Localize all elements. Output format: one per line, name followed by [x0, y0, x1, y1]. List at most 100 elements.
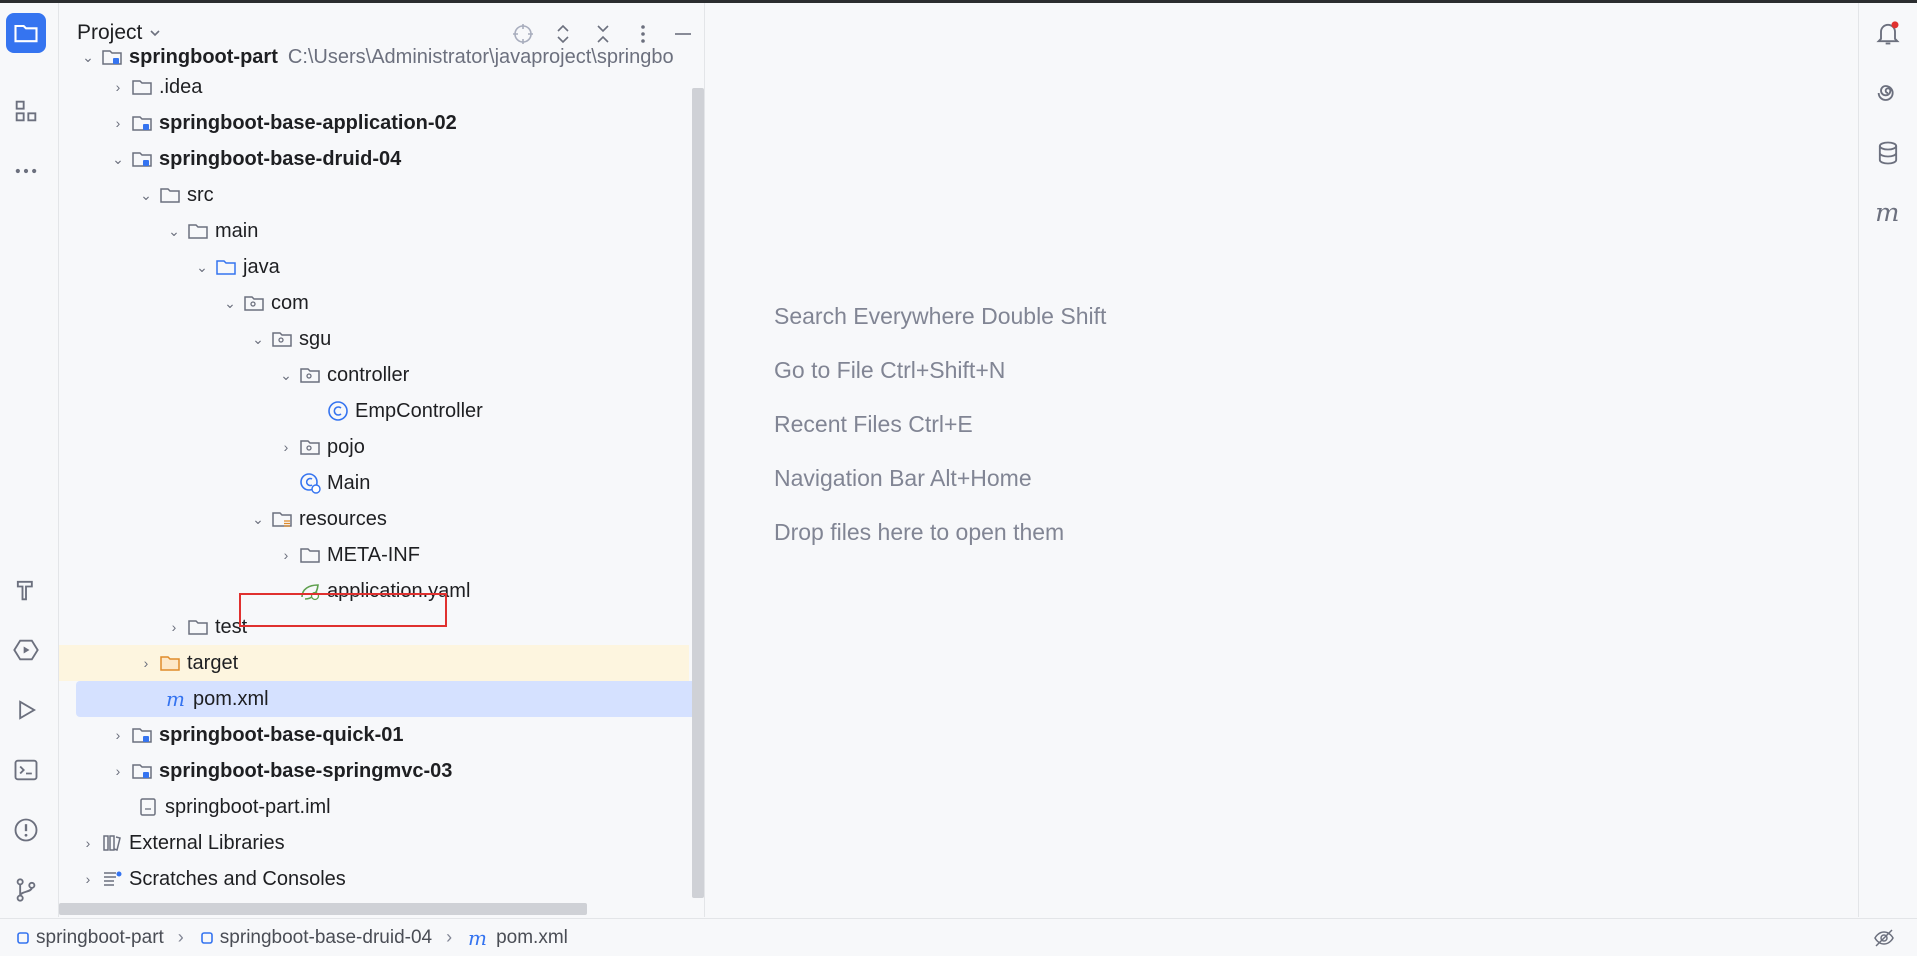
- more-tools-button[interactable]: [6, 151, 46, 191]
- tree-node-main-class[interactable]: Main: [59, 465, 704, 501]
- tree-node-label: pom.xml: [193, 687, 269, 710]
- module-folder-icon: [99, 44, 125, 70]
- svg-text:m: m: [1875, 199, 1899, 227]
- tree-node-meta-inf[interactable]: › META-INF: [59, 537, 704, 573]
- folder-icon: [185, 218, 211, 244]
- maven-icon: m: [163, 686, 189, 712]
- tree-node-idea[interactable]: › .idea: [59, 69, 704, 105]
- tree-node-label: resources: [299, 507, 387, 530]
- terminal-icon: [14, 759, 38, 781]
- chevron-down-icon: ⌄: [224, 294, 236, 311]
- breadcrumb-springboot-base-druid-04[interactable]: springboot-base-druid-04: [200, 927, 432, 949]
- database-icon: [1878, 141, 1898, 165]
- folder-icon: [297, 542, 323, 568]
- breadcrumb-label: pom.xml: [496, 926, 568, 948]
- chevron-down-icon: ⌄: [168, 222, 180, 239]
- java-main-class-icon: [297, 470, 323, 496]
- build-tool-button[interactable]: [6, 570, 46, 610]
- tree-node-pom-xml[interactable]: m pom.xml: [76, 681, 704, 717]
- tree-node-label: main: [215, 219, 259, 242]
- chevron-right-icon: ›: [171, 619, 177, 635]
- libraries-icon: [99, 830, 125, 856]
- tree-node-pojo[interactable]: › pojo: [59, 429, 704, 465]
- tree-node-label: META-INF: [327, 543, 420, 566]
- scratches-icon: [99, 866, 125, 892]
- tree-node-label: springboot-part.iml: [165, 795, 331, 818]
- project-tool-window: Project ⌄ springboot-part C:\Users\Admin…: [59, 3, 705, 917]
- git-branch-icon: [16, 878, 36, 902]
- vertical-scrollbar[interactable]: [692, 88, 704, 898]
- tree-node-label: java: [243, 255, 280, 278]
- tree-node-label: controller: [327, 363, 410, 386]
- module-icon: [200, 931, 213, 944]
- tree-node-com[interactable]: ⌄ com: [59, 285, 704, 321]
- tree-node-path: C:\Users\Administrator\javaproject\sprin…: [287, 45, 674, 68]
- structure-tool-button[interactable]: [6, 91, 46, 131]
- chevron-right-icon: ›: [85, 835, 91, 851]
- tree-node-src[interactable]: ⌄ src: [59, 177, 704, 213]
- chevron-right-icon: ›: [115, 115, 121, 131]
- tree-node-springboot-base-application-02[interactable]: › springboot-base-application-02: [59, 105, 704, 141]
- services-tool-button[interactable]: [6, 630, 46, 670]
- chevron-right-icon: ›: [283, 547, 289, 563]
- chevron-right-icon: ›: [143, 655, 149, 671]
- module-folder-icon: [129, 110, 155, 136]
- hint-search-everywhere: Search Everywhere Double Shift: [774, 303, 1107, 329]
- left-tool-strip: [0, 3, 59, 917]
- chevron-down-icon: ⌄: [140, 186, 152, 203]
- database-button[interactable]: [1868, 133, 1908, 173]
- maven-button[interactable]: m: [1868, 193, 1908, 233]
- source-folder-icon: [213, 254, 239, 280]
- problems-tool-button[interactable]: [6, 810, 46, 850]
- folder-icon: [129, 74, 155, 100]
- folder-icon: [185, 614, 211, 640]
- hide-status-widgets-button[interactable]: [1873, 927, 1895, 955]
- tree-node-label: EmpController: [355, 399, 483, 422]
- terminal-tool-button[interactable]: [6, 750, 46, 790]
- tree-node-label: pojo: [327, 435, 365, 458]
- tree-node-resources[interactable]: ⌄ resources: [59, 501, 704, 537]
- breadcrumb-pom-xml[interactable]: m pom.xml: [468, 927, 568, 949]
- java-class-icon: [325, 398, 351, 424]
- hint-recent-files: Recent Files Ctrl+E: [774, 411, 973, 437]
- ai-assistant-button[interactable]: [1868, 73, 1908, 113]
- iml-file-icon: [135, 794, 161, 820]
- breadcrumb-label: springboot-part: [36, 926, 164, 948]
- folder-icon: [157, 182, 183, 208]
- chevron-right-icon: ›: [446, 927, 453, 947]
- tree-node-springboot-base-springmvc-03[interactable]: › springboot-base-springmvc-03: [59, 753, 704, 789]
- chevron-right-icon: ›: [283, 439, 289, 455]
- project-tool-button[interactable]: [6, 13, 46, 53]
- tree-node-target[interactable]: › target: [59, 645, 689, 681]
- services-icon: [13, 639, 39, 661]
- tree-node-sgu[interactable]: ⌄ sgu: [59, 321, 704, 357]
- tree-node-springboot-base-druid-04[interactable]: ⌄ springboot-base-druid-04: [59, 141, 704, 177]
- git-tool-button[interactable]: [6, 870, 46, 910]
- tree-node-label: springboot-base-springmvc-03: [159, 759, 453, 782]
- problems-icon: [14, 818, 38, 842]
- tree-node-java[interactable]: ⌄ java: [59, 249, 704, 285]
- module-folder-icon: [129, 722, 155, 748]
- tree-node-scratches[interactable]: › Scratches and Consoles: [59, 861, 704, 897]
- chevron-down-icon: ⌄: [252, 330, 264, 347]
- tree-node-springboot-base-quick-01[interactable]: › springboot-base-quick-01: [59, 717, 704, 753]
- tree-node-main[interactable]: ⌄ main: [59, 213, 704, 249]
- chevron-down-icon: [150, 30, 160, 37]
- tree-node-external-libraries[interactable]: › External Libraries: [59, 825, 704, 861]
- horizontal-scrollbar[interactable]: [59, 903, 587, 915]
- editor-empty-area: Search Everywhere Double Shift Go to Fil…: [706, 3, 1858, 917]
- bell-icon: [1876, 21, 1900, 45]
- tree-node-iml[interactable]: springboot-part.iml: [59, 789, 704, 825]
- status-bar: springboot-part › springboot-base-druid-…: [0, 918, 1917, 956]
- svg-text:m: m: [468, 928, 487, 948]
- tree-node-controller[interactable]: ⌄ controller: [59, 357, 704, 393]
- breadcrumb-springboot-part[interactable]: springboot-part: [16, 927, 164, 949]
- notifications-button[interactable]: [1868, 13, 1908, 53]
- tree-node-empcontroller[interactable]: EmpController: [59, 393, 704, 429]
- chevron-down-icon: ⌄: [280, 366, 292, 383]
- module-folder-icon: [129, 758, 155, 784]
- chevron-down-icon: ⌄: [82, 48, 94, 65]
- tree-node-label: springboot-base-application-02: [159, 111, 457, 134]
- run-tool-button[interactable]: [6, 690, 46, 730]
- tree-node-label: Main: [327, 471, 371, 494]
